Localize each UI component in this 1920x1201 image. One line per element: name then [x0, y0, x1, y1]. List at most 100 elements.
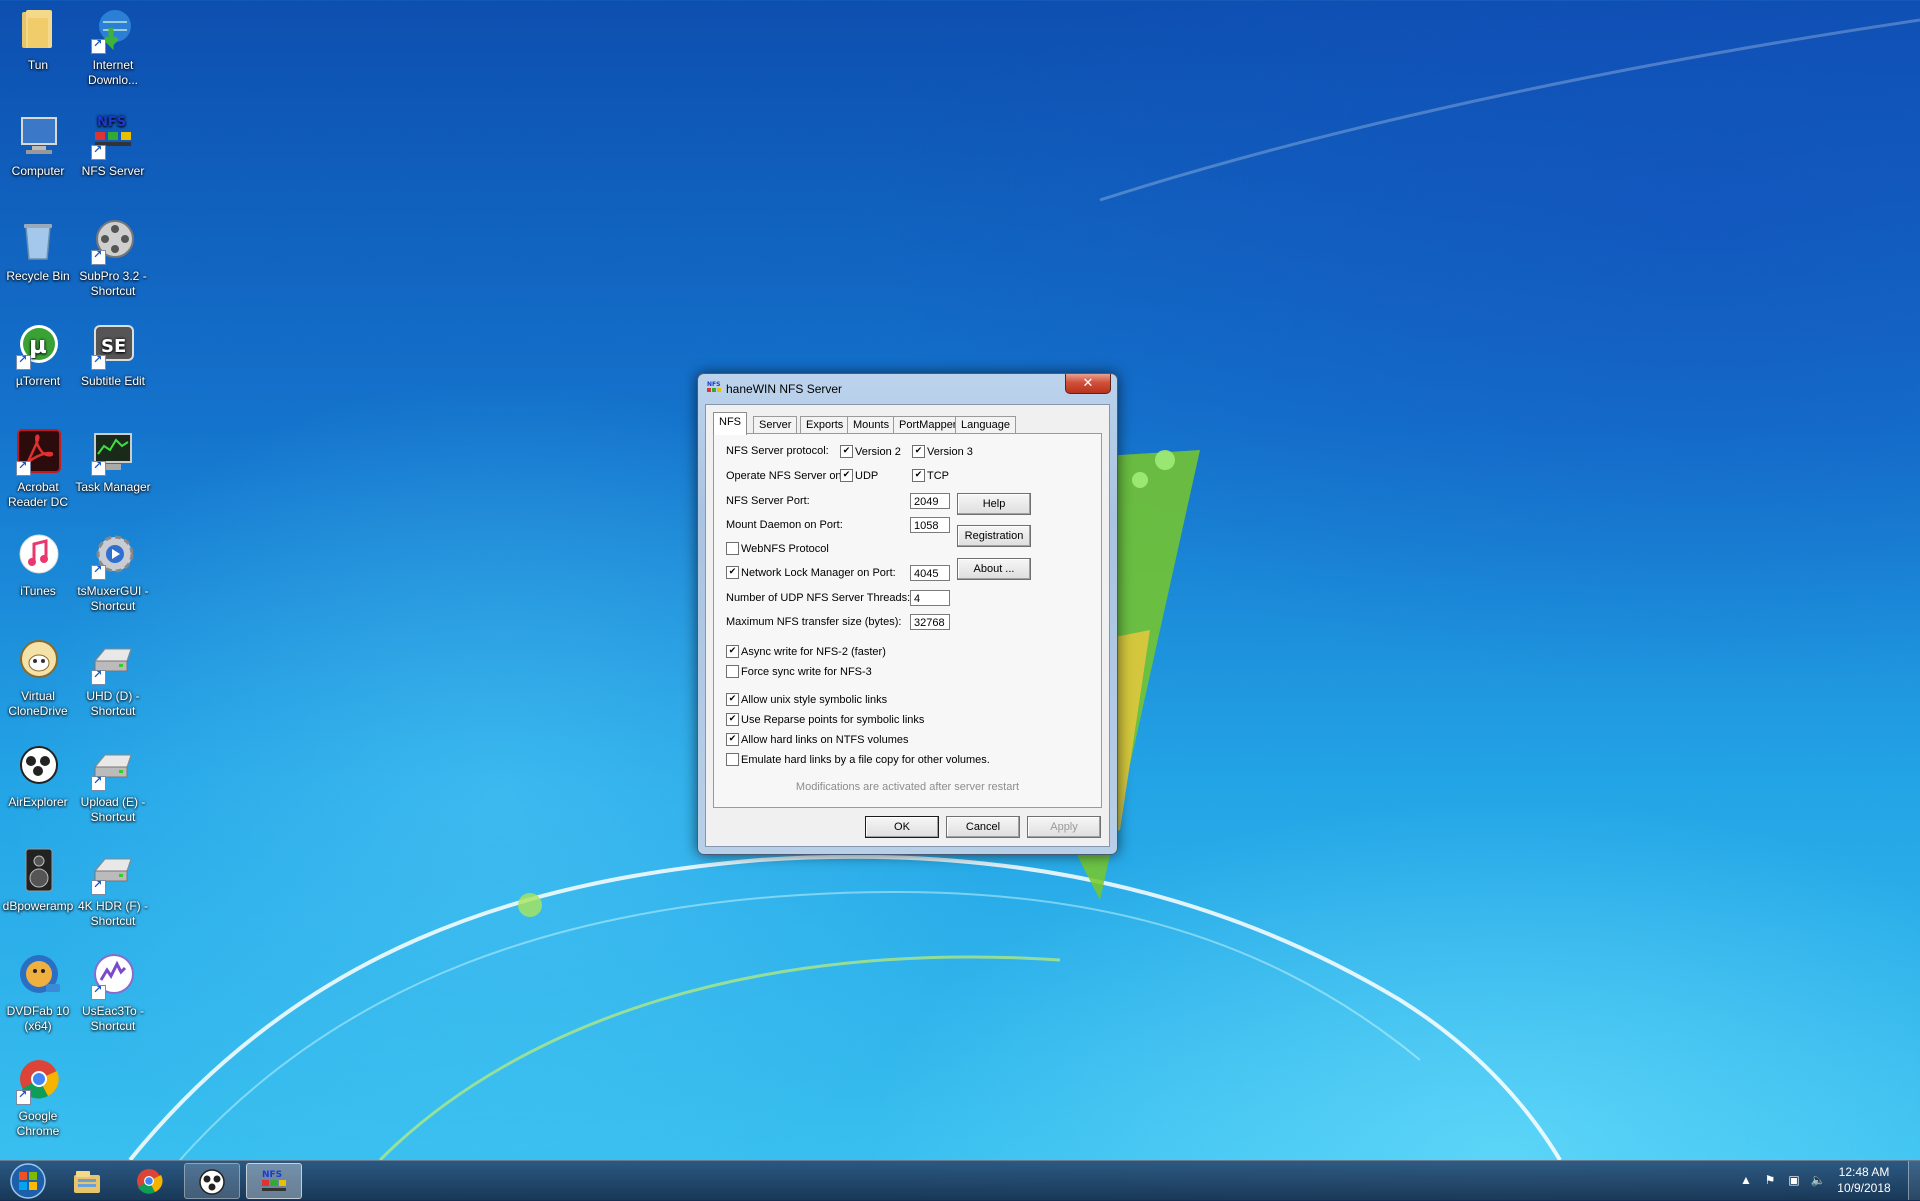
webnfs-label: WebNFS Protocol	[741, 543, 829, 555]
tab-language[interactable]: Language	[955, 416, 1016, 434]
tcp-checkbox[interactable]	[912, 469, 925, 482]
desktop-icon-utorrent[interactable]: µ µTorrent	[0, 322, 76, 389]
webnfs-checkbox[interactable]	[726, 542, 739, 555]
taskbar-nfs-server[interactable]: NFS	[246, 1163, 302, 1199]
svg-text:NFS: NFS	[707, 381, 720, 388]
desktop-icon-useac3to[interactable]: UsEac3To - Shortcut	[75, 952, 151, 1034]
nfs-server-icon: NFS	[262, 1170, 286, 1191]
mount-port-label: Mount Daemon on Port:	[726, 519, 843, 531]
reparse-label: Use Reparse points for symbolic links	[741, 714, 925, 726]
action-center-flag-icon[interactable]: ⚑	[1762, 1172, 1778, 1188]
tab-portmapper[interactable]: PortMapper	[893, 416, 963, 434]
desktop-icon-label: tsMuxerGUI - Shortcut	[77, 584, 149, 613]
recycle-bin-icon	[24, 224, 52, 260]
nlm-port-input[interactable]: 4045	[910, 565, 950, 581]
desktop-icon-internet-download-manager[interactable]: Internet Downlo...	[75, 6, 151, 88]
tab-exports[interactable]: Exports	[800, 416, 850, 434]
desktop-icon-subtitle-edit[interactable]: SE Subtitle Edit	[75, 322, 151, 389]
system-clock[interactable]: 12:48 AM 10/9/2018	[1822, 1164, 1906, 1196]
desktop-icon-label: SubPro 3.2 - Shortcut	[79, 269, 147, 298]
airexplorer-icon	[199, 1169, 225, 1195]
version3-checkbox[interactable]	[912, 445, 925, 458]
nfs-port-label: NFS Server Port:	[726, 495, 810, 507]
registration-button[interactable]: Registration	[957, 525, 1031, 547]
desktop-icon-subpro[interactable]: SubPro 3.2 - Shortcut	[75, 217, 151, 299]
taskbar-airexplorer[interactable]	[184, 1163, 240, 1199]
dialog-titlebar[interactable]: NFS haneWIN NFS Server ✕	[698, 374, 1117, 404]
speaker-icon	[25, 848, 53, 892]
unix-links-label: Allow unix style symbolic links	[741, 694, 888, 706]
help-button[interactable]: Help	[957, 493, 1031, 515]
taskbar: NFS	[0, 1160, 1920, 1201]
reparse-checkbox[interactable]	[726, 713, 739, 726]
desktop-icon-dbpoweramp[interactable]: dBpoweramp	[0, 847, 76, 914]
nfs-port-input[interactable]: 2049	[910, 493, 950, 509]
desktop-icon-virtual-clonedrive[interactable]: Virtual CloneDrive	[0, 637, 76, 719]
taskbar-windows-explorer[interactable]	[60, 1163, 116, 1199]
desktop-icon-label: UsEac3To - Shortcut	[81, 1004, 145, 1033]
show-hidden-icons-chevron-up-icon[interactable]: ▲	[1738, 1172, 1754, 1188]
show-desktop-button[interactable]	[1908, 1161, 1920, 1200]
clock-time: 12:48 AM	[1838, 1165, 1890, 1179]
desktop-icon-dvdfab[interactable]: DVDFab 10 (x64)	[0, 952, 76, 1034]
ok-button[interactable]: OK	[865, 816, 939, 838]
desktop-icon-nfs-server[interactable]: NFS NFS Server	[75, 112, 151, 179]
desktop-icon-tun[interactable]: Tun	[0, 6, 76, 73]
tab-mounts[interactable]: Mounts	[847, 416, 896, 434]
version2-checkbox[interactable]	[840, 445, 853, 458]
cloud-icon	[20, 746, 58, 784]
nlm-checkbox[interactable]	[726, 566, 739, 579]
apply-button[interactable]: Apply	[1027, 816, 1101, 838]
dialog-client-area: NFS Server Exports Mounts PortMapper Lan…	[705, 404, 1110, 847]
desktop-icon-label: DVDFab 10 (x64)	[6, 1004, 70, 1033]
nfs-server-dialog: NFS haneWIN NFS Server ✕ NFS Server Expo…	[697, 373, 1118, 855]
restart-note: Modifications are activated after server…	[795, 781, 1020, 793]
force-sync-label: Force sync write for NFS-3	[741, 666, 872, 678]
tcp-label: TCP	[927, 470, 949, 482]
desktop-icon-label: NFS Server	[81, 164, 145, 178]
desktop-icon-google-chrome[interactable]: Google Chrome	[0, 1057, 76, 1139]
emulate-links-checkbox[interactable]	[726, 753, 739, 766]
max-transfer-label: Maximum NFS transfer size (bytes):	[726, 616, 902, 628]
mount-port-input[interactable]: 1058	[910, 517, 950, 533]
desktop-icon-label: 4K HDR (F) - Shortcut	[78, 899, 148, 928]
desktop-icon-airexplorer[interactable]: AirExplorer	[0, 743, 76, 810]
version2-label: Version 2	[855, 446, 901, 458]
desktop-icon-label: µTorrent	[15, 374, 61, 388]
max-transfer-input[interactable]: 32768	[910, 614, 950, 630]
udp-threads-input[interactable]: 4	[910, 590, 950, 606]
tab-nfs[interactable]: NFS	[713, 412, 747, 435]
desktop-icon-uhd-drive[interactable]: UHD (D) - Shortcut	[75, 637, 151, 719]
desktop-icon-label: Acrobat Reader DC	[7, 480, 69, 509]
udp-checkbox[interactable]	[840, 469, 853, 482]
desktop-icon-acrobat[interactable]: Acrobat Reader DC	[0, 428, 76, 510]
taskbar-google-chrome[interactable]	[122, 1163, 178, 1199]
desktop-icon-label: Tun	[27, 58, 49, 72]
nfs-tab-panel: NFS Server protocol: Version 2 Version 3…	[713, 433, 1102, 808]
start-button-windows-icon[interactable]	[6, 1163, 50, 1199]
desktop-icon-4k-hdr-drive[interactable]: 4K HDR (F) - Shortcut	[75, 847, 151, 929]
force-sync-checkbox[interactable]	[726, 665, 739, 678]
about-button[interactable]: About ...	[957, 558, 1031, 580]
svg-text:µ: µ	[29, 331, 47, 359]
itunes-icon	[19, 534, 59, 574]
desktop-icon-label: Google Chrome	[16, 1109, 60, 1138]
desktop-icon-label: Subtitle Edit	[80, 374, 146, 388]
tab-server[interactable]: Server	[753, 416, 798, 434]
svg-text:NFS: NFS	[262, 1170, 282, 1180]
desktop-icon-itunes[interactable]: iTunes	[0, 532, 76, 599]
emulate-links-label: Emulate hard links by a file copy for ot…	[741, 754, 990, 766]
desktop-icon-computer[interactable]: Computer	[0, 112, 76, 179]
desktop-icon-upload-drive[interactable]: Upload (E) - Shortcut	[75, 743, 151, 825]
hard-links-label: Allow hard links on NTFS volumes	[741, 734, 909, 746]
async-checkbox[interactable]	[726, 645, 739, 658]
desktop-icon-task-manager[interactable]: Task Manager	[75, 428, 151, 495]
hard-links-checkbox[interactable]	[726, 733, 739, 746]
network-icon[interactable]: ▣	[1786, 1172, 1802, 1188]
desktop-icon-tsmuxergui[interactable]: tsMuxerGUI - Shortcut	[75, 532, 151, 614]
unix-links-checkbox[interactable]	[726, 693, 739, 706]
dialog-title: haneWIN NFS Server	[726, 382, 843, 396]
cancel-button[interactable]: Cancel	[946, 816, 1020, 838]
close-button[interactable]: ✕	[1065, 374, 1111, 394]
desktop-icon-recycle-bin[interactable]: Recycle Bin	[0, 217, 76, 284]
